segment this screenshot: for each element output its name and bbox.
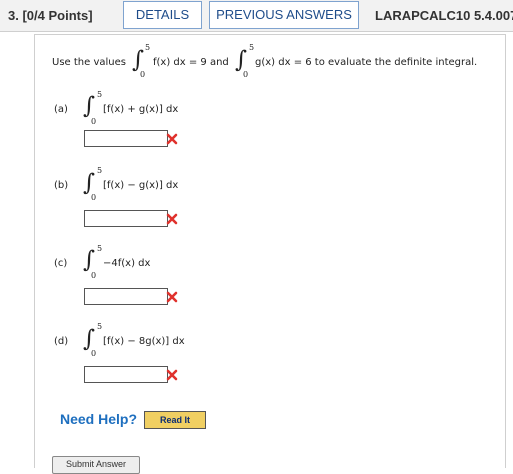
- tab-details[interactable]: DETAILS: [123, 1, 202, 29]
- need-help-label: Need Help?: [60, 411, 138, 427]
- part-b-label: (b): [54, 180, 69, 191]
- upper-limit: 5: [97, 244, 103, 253]
- integral-icon: ∫: [235, 47, 247, 73]
- incorrect-x-icon: [166, 291, 178, 303]
- part-c-answer-input[interactable]: [84, 288, 168, 305]
- question-body: [34, 34, 506, 468]
- prompt-g-integral: g(x) dx = 6 to evaluate the definite int…: [255, 57, 478, 68]
- read-it-button[interactable]: Read It: [144, 411, 206, 429]
- lower-limit: 0: [140, 70, 146, 79]
- part-b-answer-input[interactable]: [84, 210, 168, 227]
- question-number: 3. [0/4 Points]: [8, 8, 93, 23]
- question-code: LARAPCALC10 5.4.007.: [375, 8, 513, 23]
- integral-icon: ∫: [83, 93, 95, 119]
- part-a-answer-input[interactable]: [84, 130, 168, 147]
- lower-limit: 0: [91, 349, 97, 358]
- upper-limit: 5: [249, 43, 255, 52]
- part-b-integrand: [f(x) − g(x)] dx: [103, 180, 179, 191]
- upper-limit: 5: [97, 166, 103, 175]
- part-a-integrand: [f(x) + g(x)] dx: [103, 104, 179, 115]
- lower-limit: 0: [91, 193, 97, 202]
- part-c-integrand: −4f(x) dx: [103, 258, 151, 269]
- part-a-label: (a): [54, 104, 68, 115]
- upper-limit: 5: [97, 90, 103, 99]
- lower-limit: 0: [243, 70, 249, 79]
- upper-limit: 5: [145, 43, 151, 52]
- incorrect-x-icon: [166, 369, 178, 381]
- part-c-label: (c): [54, 258, 68, 269]
- lower-limit: 0: [91, 117, 97, 126]
- part-d-label: (d): [54, 336, 69, 347]
- incorrect-x-icon: [166, 213, 178, 225]
- prompt-prefix: Use the values: [52, 57, 126, 68]
- prompt-f-integral: f(x) dx = 9 and: [153, 57, 229, 68]
- part-d-answer-input[interactable]: [84, 366, 168, 383]
- integral-icon: ∫: [83, 170, 95, 196]
- integral-icon: ∫: [132, 47, 144, 73]
- upper-limit: 5: [97, 322, 103, 331]
- incorrect-x-icon: [166, 133, 178, 145]
- integral-icon: ∫: [83, 326, 95, 352]
- submit-answer-button[interactable]: Submit Answer: [52, 456, 140, 474]
- tab-previous-answers[interactable]: PREVIOUS ANSWERS: [209, 1, 359, 29]
- part-d-integrand: [f(x) − 8g(x)] dx: [103, 336, 185, 347]
- lower-limit: 0: [91, 271, 97, 280]
- integral-icon: ∫: [83, 247, 95, 273]
